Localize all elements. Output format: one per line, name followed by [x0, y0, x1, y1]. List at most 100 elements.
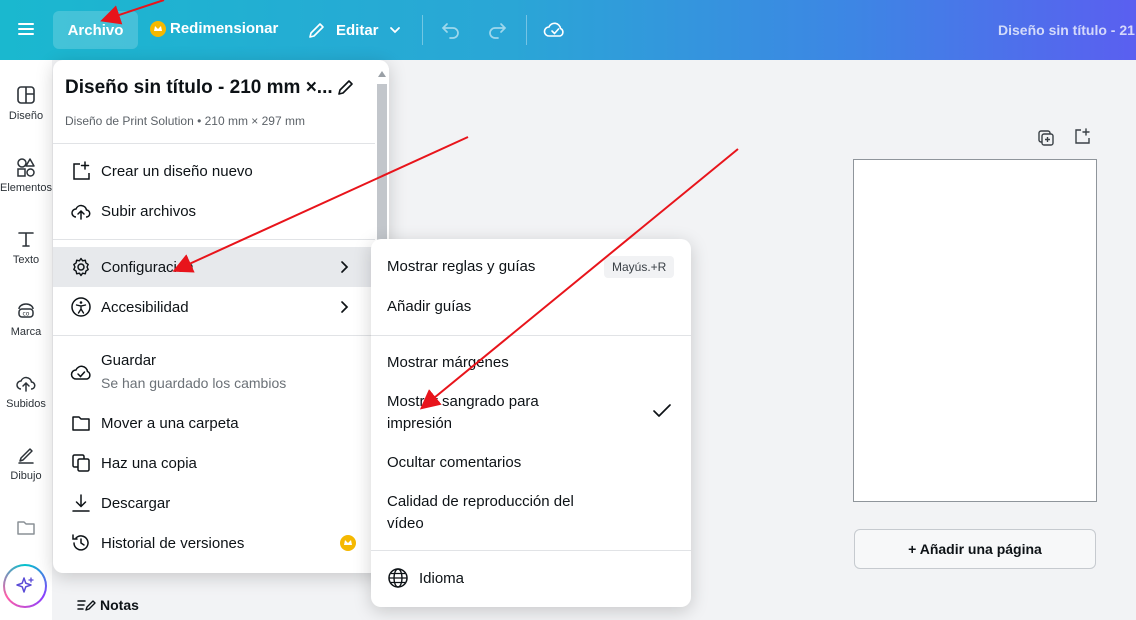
save-status-text: Se han guardado los cambios — [101, 375, 287, 391]
pen-icon — [18, 448, 34, 464]
redo-button[interactable] — [486, 20, 508, 40]
file-menu-label: Archivo — [67, 21, 124, 39]
sidebar-item-design[interactable]: Diseño — [0, 84, 52, 122]
svg-text:co: co — [23, 311, 30, 318]
layout-icon — [17, 86, 35, 104]
sidebar-item-draw[interactable]: Dibujo — [0, 444, 52, 482]
submenu-item-add-guides[interactable]: Añadir guías — [387, 296, 471, 318]
save-status-button[interactable] — [543, 19, 567, 41]
scroll-up-icon — [378, 71, 386, 77]
history-icon — [72, 534, 89, 551]
file-menu-dropdown: Diseño sin título - 210 mm ×... Diseño d… — [53, 60, 389, 573]
menu-item-move-folder[interactable]: Mover a una carpeta — [53, 403, 375, 443]
accessibility-icon — [71, 297, 91, 317]
resize-label: Redimensionar — [170, 20, 279, 37]
chevron-down-icon — [389, 27, 400, 34]
copy-icon — [72, 454, 90, 472]
submenu-item-label: Añadir guías — [387, 298, 472, 315]
sparkle-icon — [16, 577, 34, 593]
menu-item-label: Haz una copia — [101, 454, 197, 472]
menu-item-label: Accesibilidad — [101, 298, 189, 316]
menu-item-label: Configuración — [101, 258, 194, 276]
menu-item-label: Subir archivos — [101, 202, 197, 220]
gear-icon — [73, 257, 89, 277]
menu-item-save[interactable]: Guardar Se han guardado los cambios — [53, 348, 375, 398]
menu-item-upload[interactable]: Subir archivos — [53, 191, 375, 231]
crown-icon — [340, 535, 356, 551]
submenu-item-label: Idioma — [419, 569, 465, 587]
menu-item-new-design[interactable]: Crear un diseño nuevo — [53, 151, 375, 191]
sidebar-item-label: Texto — [12, 254, 40, 266]
undo-icon — [441, 23, 459, 39]
chevron-right-icon — [341, 301, 349, 313]
shortcut-badge: Mayús.+R — [604, 256, 675, 278]
menu-item-version-history[interactable]: Historial de versiones — [53, 523, 375, 563]
pencil-icon — [309, 23, 324, 38]
left-sidebar: Diseño Elementos Texto co Marca Subidos — [0, 60, 53, 620]
submenu-item-hide-comments[interactable]: Ocultar comentarios — [387, 452, 521, 474]
submenu-item-bleed[interactable]: Mostrar sangrado para impresión — [387, 391, 587, 435]
pencil-icon[interactable] — [336, 77, 356, 97]
scrollbar-thumb[interactable] — [377, 84, 387, 254]
sidebar-item-elements[interactable]: Elementos — [0, 156, 56, 194]
sidebar-item-label: Dibujo — [10, 470, 42, 482]
divider — [422, 15, 423, 45]
cloud-upload-icon — [16, 376, 36, 392]
submenu-item-margins[interactable]: Mostrar márgenes — [387, 352, 509, 374]
design-page[interactable] — [853, 159, 1097, 502]
hamburger-icon — [18, 23, 34, 35]
menu-separator — [371, 335, 691, 336]
resize-button[interactable]: Redimensionar — [150, 20, 278, 37]
brand-icon: co — [18, 303, 34, 318]
sidebar-item-text[interactable]: Texto — [0, 228, 52, 266]
menu-item-label: Crear un diseño nuevo — [101, 162, 253, 180]
menu-item-settings[interactable]: Configuración — [53, 247, 375, 287]
edit-button[interactable]: Editar — [307, 20, 402, 40]
checkmark-icon — [653, 404, 671, 417]
menu-item-download[interactable]: Descargar — [53, 483, 375, 523]
redo-icon — [489, 23, 507, 39]
sidebar-item-projects[interactable] — [0, 516, 52, 542]
magic-ai-button[interactable] — [3, 564, 47, 608]
notes-icon — [77, 600, 96, 611]
notes-label: Notas — [100, 597, 139, 613]
undo-button[interactable] — [440, 20, 462, 40]
edit-label: Editar — [336, 21, 379, 39]
add-page-button[interactable]: + Añadir una página — [854, 529, 1096, 569]
menu-separator — [53, 239, 375, 240]
submenu-item-label: Mostrar reglas y guías — [387, 258, 536, 275]
hamburger-menu-button[interactable] — [15, 18, 37, 40]
menu-item-copy[interactable]: Haz una copia — [53, 443, 375, 483]
cloud-check-icon — [543, 22, 564, 37]
notes-button[interactable]: Notas — [76, 596, 139, 614]
menu-item-label: Guardar — [101, 352, 157, 369]
menu-separator — [371, 550, 691, 551]
menu-item-accessibility[interactable]: Accesibilidad — [53, 287, 375, 327]
file-menu-button[interactable]: Archivo — [53, 11, 138, 49]
menu-design-subtitle: Diseño de Print Solution • 210 mm × 297 … — [65, 114, 305, 128]
submenu-item-video-quality[interactable]: Calidad de reproducción del vídeo — [387, 491, 597, 535]
divider — [526, 15, 527, 45]
menu-design-title[interactable]: Diseño sin título - 210 mm ×... — [65, 77, 333, 99]
globe-icon — [388, 568, 408, 588]
chevron-right-icon — [341, 261, 349, 273]
sidebar-item-uploads[interactable]: Subidos — [0, 372, 52, 410]
cloud-upload-icon — [71, 204, 91, 220]
submenu-item-rulers[interactable]: Mostrar reglas y guías — [387, 256, 535, 278]
download-icon — [72, 494, 90, 512]
sidebar-item-brand[interactable]: co Marca — [0, 300, 52, 338]
settings-submenu: Mostrar reglas y guías Mayús.+R Añadir g… — [371, 239, 691, 607]
menu-item-label: Mover a una carpeta — [101, 414, 239, 432]
add-page-icon[interactable] — [1072, 126, 1092, 146]
shapes-icon — [17, 158, 35, 177]
document-title[interactable]: Diseño sin título - 21 — [998, 22, 1135, 38]
submenu-item-label: Mostrar márgenes — [387, 354, 509, 371]
sidebar-item-label: Diseño — [8, 110, 44, 122]
duplicate-page-icon[interactable] — [1036, 128, 1056, 148]
submenu-item-label: Calidad de reproducción del vídeo — [387, 493, 574, 532]
text-icon — [18, 232, 34, 247]
submenu-item-language[interactable]: Idioma — [387, 567, 464, 589]
menu-separator — [53, 335, 375, 336]
sidebar-item-label: Subidos — [6, 398, 46, 410]
submenu-item-label: Mostrar sangrado para impresión — [387, 393, 539, 432]
